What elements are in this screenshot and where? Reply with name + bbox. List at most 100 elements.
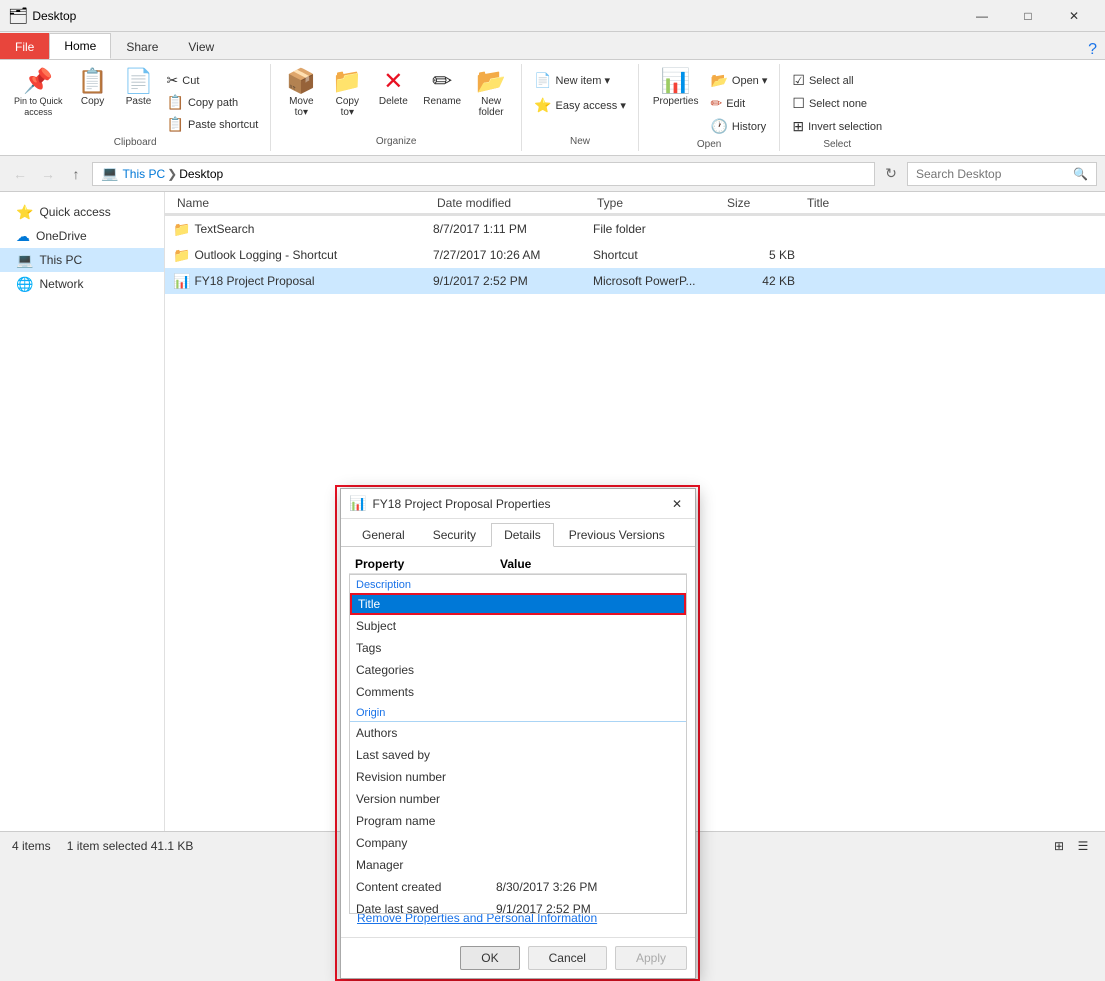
paste-button[interactable]: 📄 Paste bbox=[117, 66, 161, 111]
col-header-type[interactable]: Type bbox=[593, 194, 723, 212]
paste-shortcut-button[interactable]: 📋 Paste shortcut bbox=[163, 114, 263, 135]
new-folder-button[interactable]: 📂 Newfolder bbox=[469, 66, 513, 122]
tab-previous-versions[interactable]: Previous Versions bbox=[556, 523, 678, 546]
tab-file[interactable]: File bbox=[0, 33, 49, 59]
prop-row-subject[interactable]: Subject bbox=[350, 615, 686, 637]
selected-info: 1 item selected 41.1 KB bbox=[67, 839, 194, 853]
invert-selection-icon: ⊞ bbox=[792, 118, 804, 135]
cancel-button[interactable]: Cancel bbox=[528, 946, 607, 970]
prop-row-program-name[interactable]: Program name bbox=[350, 810, 686, 832]
tab-share[interactable]: Share bbox=[111, 33, 173, 59]
copy-path-icon: 📋 bbox=[167, 94, 184, 111]
properties-button[interactable]: 📊 Properties bbox=[647, 66, 705, 111]
copy-button[interactable]: 📋 Copy bbox=[71, 66, 115, 111]
properties-scroll[interactable]: Description Title Subject Tags bbox=[349, 574, 687, 914]
path-computer-icon: 💻 bbox=[101, 165, 118, 182]
copy-path-button[interactable]: 📋 Copy path bbox=[163, 92, 263, 113]
easy-access-button[interactable]: ⭐ Easy access ▾ bbox=[530, 95, 630, 116]
col-header-title[interactable]: Title bbox=[803, 194, 1097, 212]
dialog-icon: 📊 bbox=[349, 495, 366, 512]
col-header-size[interactable]: Size bbox=[723, 194, 803, 212]
dialog-close-button[interactable]: ✕ bbox=[667, 494, 687, 514]
pin-to-quick-access-button[interactable]: 📌 Pin to Quickaccess bbox=[8, 66, 69, 122]
details-view-button[interactable]: ⊞ bbox=[1049, 836, 1069, 856]
nav-item-quick-access[interactable]: ⭐ Quick access bbox=[0, 200, 164, 224]
nav-item-this-pc[interactable]: 💻 This PC bbox=[0, 248, 164, 272]
table-row[interactable]: 📁 Outlook Logging - Shortcut 7/27/2017 1… bbox=[165, 242, 1105, 268]
new-item-button[interactable]: 📄 New item ▾ bbox=[530, 70, 614, 91]
paste-icon: 📄 bbox=[124, 70, 154, 94]
file-type: Microsoft PowerP... bbox=[593, 274, 723, 288]
ok-button[interactable]: OK bbox=[460, 946, 519, 970]
select-none-button[interactable]: ☐ Select none bbox=[788, 93, 871, 114]
file-date: 9/1/2017 2:52 PM bbox=[433, 274, 593, 288]
select-all-icon: ☑ bbox=[792, 72, 805, 89]
search-box[interactable]: 🔍 bbox=[907, 162, 1097, 186]
help-button[interactable]: ? bbox=[1088, 41, 1097, 59]
prop-row-comments[interactable]: Comments bbox=[350, 681, 686, 703]
nav-item-network[interactable]: 🌐 Network bbox=[0, 272, 164, 296]
refresh-button[interactable]: ↻ bbox=[879, 162, 903, 186]
select-all-button[interactable]: ☑ Select all bbox=[788, 70, 857, 91]
copy-icon: 📋 bbox=[78, 70, 108, 94]
col-header-date[interactable]: Date modified bbox=[433, 194, 593, 212]
properties-icon: 📊 bbox=[661, 70, 691, 94]
property-column-header: Property bbox=[355, 557, 500, 571]
this-pc-icon: 💻 bbox=[16, 252, 33, 269]
invert-selection-button[interactable]: ⊞ Invert selection bbox=[788, 116, 886, 137]
nav-item-onedrive[interactable]: ☁ OneDrive bbox=[0, 224, 164, 248]
prop-row-title[interactable]: Title bbox=[350, 593, 686, 615]
close-button[interactable]: ✕ bbox=[1051, 0, 1097, 32]
col-header-name[interactable]: Name bbox=[173, 194, 433, 212]
network-icon: 🌐 bbox=[16, 276, 33, 293]
search-input[interactable] bbox=[916, 167, 1073, 181]
open-icon: 📂 bbox=[710, 72, 727, 89]
file-date: 7/27/2017 10:26 AM bbox=[433, 248, 593, 262]
title-bar-title: Desktop bbox=[32, 9, 959, 23]
up-button[interactable]: ↑ bbox=[64, 162, 88, 186]
apply-button[interactable]: Apply bbox=[615, 946, 687, 970]
prop-row-categories[interactable]: Categories bbox=[350, 659, 686, 681]
minimize-button[interactable]: — bbox=[959, 0, 1005, 32]
file-size: 42 KB bbox=[723, 274, 803, 288]
prop-row-company[interactable]: Company bbox=[350, 832, 686, 854]
file-column-headers: Name Date modified Type Size Title bbox=[165, 192, 1105, 214]
forward-button[interactable]: → bbox=[36, 162, 60, 186]
prop-row-authors[interactable]: Authors bbox=[350, 722, 686, 744]
select-none-icon: ☐ bbox=[792, 95, 805, 112]
tab-view[interactable]: View bbox=[173, 33, 229, 59]
tab-details[interactable]: Details bbox=[491, 523, 554, 547]
list-view-button[interactable]: ☰ bbox=[1073, 836, 1093, 856]
dialog-footer: OK Cancel Apply bbox=[341, 937, 695, 978]
prop-row-revision-number[interactable]: Revision number bbox=[350, 766, 686, 788]
file-date: 8/7/2017 1:11 PM bbox=[433, 222, 593, 236]
tab-home[interactable]: Home bbox=[49, 33, 111, 59]
open-button[interactable]: 📂 Open ▾ bbox=[706, 70, 771, 91]
address-path[interactable]: 💻 This PC ❯ Desktop bbox=[92, 162, 875, 186]
origin-section-label: Origin bbox=[350, 703, 686, 722]
maximize-button[interactable]: □ bbox=[1005, 0, 1051, 32]
prop-row-manager[interactable]: Manager bbox=[350, 854, 686, 876]
prop-row-content-created[interactable]: Content created 8/30/2017 3:26 PM bbox=[350, 876, 686, 898]
cut-button[interactable]: ✂ Cut bbox=[163, 70, 263, 91]
main-area: ⭐ Quick access ☁ OneDrive 💻 This PC 🌐 Ne… bbox=[0, 192, 1105, 831]
rename-button[interactable]: ✏ Rename bbox=[417, 66, 467, 111]
dialog-title: FY18 Project Proposal Properties bbox=[372, 497, 661, 511]
table-row[interactable]: 📊 FY18 Project Proposal 9/1/2017 2:52 PM… bbox=[165, 268, 1105, 294]
shortcut-icon: 📁 bbox=[173, 247, 190, 264]
history-button[interactable]: 🕐 History bbox=[706, 116, 771, 137]
move-to-button[interactable]: 📦 Moveto▾ bbox=[279, 66, 323, 122]
copy-to-button[interactable]: 📁 Copyto▾ bbox=[325, 66, 369, 122]
file-size: 5 KB bbox=[723, 248, 803, 262]
prop-row-tags[interactable]: Tags bbox=[350, 637, 686, 659]
table-row[interactable]: 📁 TextSearch 8/7/2017 1:11 PM File folde… bbox=[165, 216, 1105, 242]
prop-row-last-saved-by[interactable]: Last saved by bbox=[350, 744, 686, 766]
delete-button[interactable]: ✕ Delete bbox=[371, 66, 415, 111]
tab-general[interactable]: General bbox=[349, 523, 418, 546]
edit-button[interactable]: ✏ Edit bbox=[706, 93, 771, 114]
properties-container: Property Value Description Title Subject bbox=[349, 555, 687, 905]
tab-security[interactable]: Security bbox=[420, 523, 489, 546]
prop-row-version-number[interactable]: Version number bbox=[350, 788, 686, 810]
back-button[interactable]: ← bbox=[8, 162, 32, 186]
prop-row-date-last-saved[interactable]: Date last saved 9/1/2017 2:52 PM bbox=[350, 898, 686, 914]
